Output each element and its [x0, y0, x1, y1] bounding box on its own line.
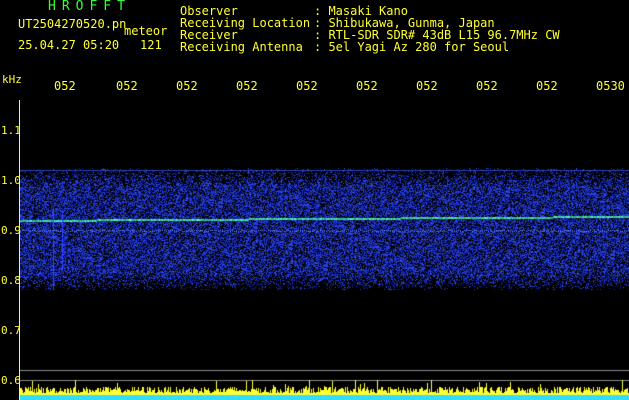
antenna-value: : 5el Yagi Az 280 for Seoul	[314, 40, 510, 54]
time-tick-label: 052	[296, 79, 318, 93]
freq-tick-label: 0.7	[1, 324, 21, 337]
time-tick-label: 052	[416, 79, 438, 93]
time-tick-label: 052	[116, 79, 138, 93]
meteor-count: 121	[140, 38, 162, 52]
freq-tick-label: 0.8	[1, 274, 21, 287]
app-brand: HROFFT	[48, 0, 131, 14]
hrofft-spectrogram: HROFFT UT2504270520.pn meteor 25.04.27 0…	[0, 0, 629, 400]
time-tick-label: 052	[536, 79, 558, 93]
mode-label: meteor	[124, 24, 168, 38]
freq-tick-label: 1.0	[1, 174, 21, 187]
time-tick-label: 0530	[596, 79, 625, 93]
time-tick-label: 052	[176, 79, 198, 93]
freq-tick-label: 0.9	[1, 224, 21, 237]
antenna-label: Receiving Antenna	[180, 40, 303, 54]
capture-datetime: 25.04.27 05:20	[18, 38, 120, 52]
spectrogram-plot	[20, 100, 629, 400]
time-tick-label: 052	[356, 79, 378, 93]
time-tick-label: 052	[54, 79, 76, 93]
time-tick-label: 052	[236, 79, 258, 93]
freq-tick-label: 0.6	[1, 374, 21, 387]
image-filename: UT2504270520.pn	[18, 17, 127, 31]
time-tick-label: 052	[476, 79, 498, 93]
frequency-unit-label: kHz	[2, 73, 22, 86]
freq-tick-label: 1.1	[1, 124, 21, 137]
